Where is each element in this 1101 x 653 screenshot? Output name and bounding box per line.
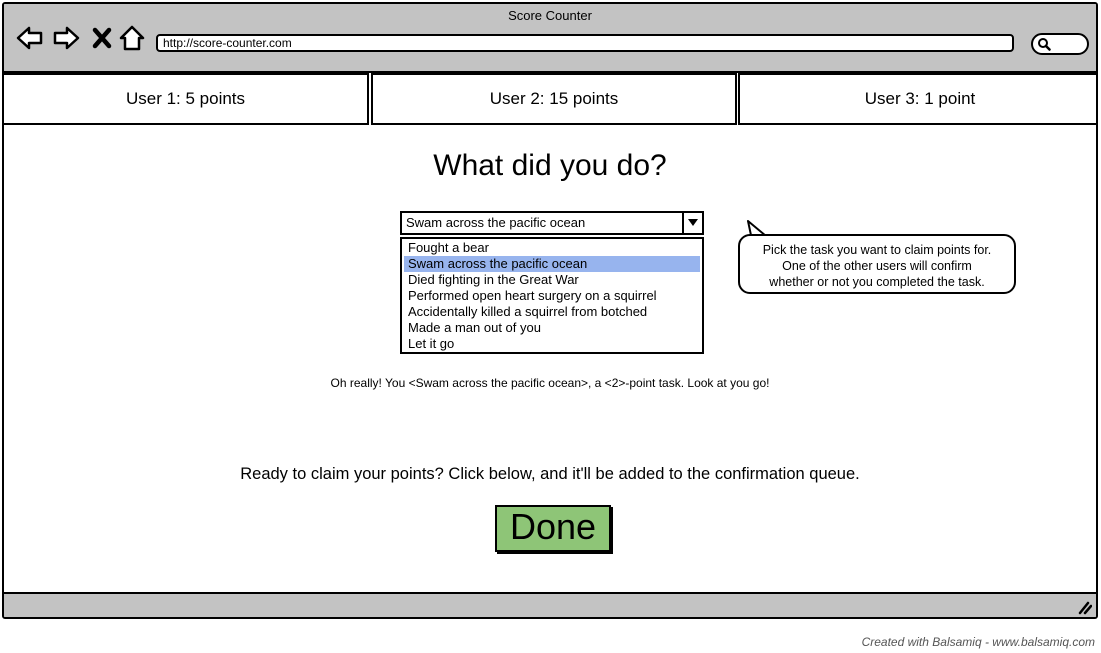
back-icon[interactable]	[16, 24, 44, 52]
tab-user-2[interactable]: User 2: 15 points	[371, 73, 737, 125]
title-bar: Score Counter http://score-counter.com	[4, 4, 1096, 73]
browser-window: Score Counter http://score-counter.com U…	[2, 2, 1098, 619]
balsamiq-credit: Created with Balsamiq - www.balsamiq.com	[861, 635, 1095, 649]
task-dropdown[interactable]: Swam across the pacific ocean	[400, 211, 704, 235]
user-tabs: User 1: 5 points User 2: 15 points User …	[4, 73, 1096, 126]
url-bar[interactable]: http://score-counter.com	[156, 34, 1014, 52]
search-box[interactable]	[1031, 33, 1089, 55]
task-options-list: Fought a bear Swam across the pacific oc…	[400, 237, 704, 354]
tab-user-1[interactable]: User 1: 5 points	[4, 73, 369, 125]
list-item[interactable]: Accidentally killed a squirrel from botc…	[404, 304, 700, 320]
list-item-selected[interactable]: Swam across the pacific ocean	[404, 256, 700, 272]
help-callout: Pick the task you want to claim points f…	[738, 234, 1016, 294]
status-bar	[4, 592, 1096, 617]
ready-prompt: Ready to claim your points? Click below,…	[240, 465, 860, 483]
feedback-text: Oh really! You <Swam across the pacific …	[330, 376, 770, 390]
resize-grip-icon[interactable]	[1076, 599, 1092, 615]
task-dropdown-value: Swam across the pacific ocean	[406, 215, 586, 230]
search-icon	[1038, 38, 1051, 51]
list-item[interactable]: Let it go	[404, 336, 700, 352]
list-item[interactable]: Made a man out of you	[404, 320, 700, 336]
home-icon[interactable]	[118, 24, 146, 52]
tab-user-3[interactable]: User 3: 1 point	[738, 73, 1096, 125]
list-item[interactable]: Fought a bear	[404, 240, 700, 256]
close-icon[interactable]	[91, 24, 113, 52]
page-title: What did you do?	[433, 149, 667, 182]
list-item[interactable]: Died fighting in the Great War	[404, 272, 700, 288]
done-button[interactable]: Done	[495, 505, 611, 552]
window-title: Score Counter	[508, 8, 592, 23]
list-item[interactable]: Performed open heart surgery on a squirr…	[404, 288, 700, 304]
forward-icon[interactable]	[52, 24, 80, 52]
chevron-down-icon[interactable]	[682, 213, 702, 233]
callout-line: whether or not you completed the task.	[769, 275, 985, 289]
callout-line: Pick the task you want to claim points f…	[762, 243, 992, 257]
callout-line: One of the other users will confirm	[782, 259, 972, 273]
